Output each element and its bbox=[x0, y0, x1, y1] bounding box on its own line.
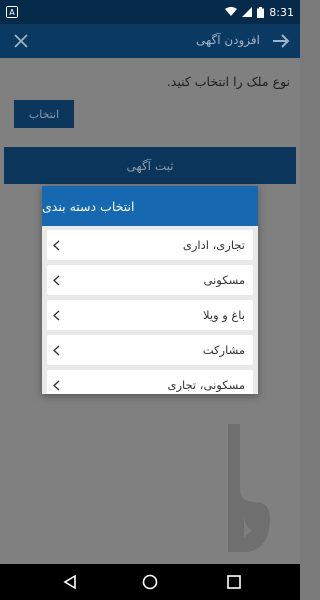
list-item-residential[interactable]: مسکونی bbox=[47, 265, 253, 295]
page-title: افزودن آگهی bbox=[195, 33, 260, 47]
category-dialog: انتخاب دسته بندی تجاری، اداری مسکونی باغ… bbox=[42, 186, 258, 394]
list-item-label: مسکونی bbox=[203, 273, 246, 287]
close-icon[interactable] bbox=[10, 30, 32, 52]
list-item-label: تجاری، اداری bbox=[182, 238, 245, 252]
list-item-garden-villa[interactable]: باغ و ویلا bbox=[47, 300, 253, 330]
chevron-left-icon bbox=[53, 239, 63, 251]
app-bar: افزودن آگهی bbox=[0, 24, 300, 58]
list-item-label: مشارکت bbox=[202, 343, 245, 357]
dialog-title: انتخاب دسته بندی bbox=[42, 186, 258, 226]
list-item-label: باغ و ویلا bbox=[202, 308, 245, 322]
category-list: تجاری، اداری مسکونی باغ و ویلا مشارکت مس… bbox=[42, 226, 258, 394]
home-circle-icon[interactable] bbox=[142, 574, 158, 590]
recents-square-icon[interactable] bbox=[226, 574, 242, 590]
submit-ad-button[interactable]: ثبت آگهی bbox=[4, 147, 296, 184]
battery-icon bbox=[257, 6, 265, 18]
chevron-left-icon bbox=[53, 379, 63, 391]
arrow-right-icon[interactable] bbox=[270, 30, 292, 52]
app-logo-watermark bbox=[218, 418, 278, 558]
notification-badge: A bbox=[6, 6, 18, 18]
property-type-prompt: نوع ملک را انتخاب کنید. bbox=[166, 74, 290, 89]
select-button[interactable]: انتخاب bbox=[14, 100, 74, 128]
back-triangle-icon[interactable] bbox=[62, 574, 78, 590]
chevron-left-icon bbox=[53, 309, 63, 321]
list-item-commercial-office[interactable]: تجاری، اداری bbox=[47, 230, 253, 260]
list-item-partnership[interactable]: مشارکت bbox=[47, 335, 253, 365]
status-bar: A 8:31 bbox=[0, 0, 300, 24]
list-item-residential-commercial[interactable]: مسکونی، تجاری bbox=[47, 370, 253, 394]
status-time: 8:31 bbox=[269, 5, 294, 19]
wifi-icon bbox=[225, 7, 238, 17]
list-item-label: مسکونی، تجاری bbox=[167, 378, 245, 392]
chevron-left-icon bbox=[53, 274, 63, 286]
chevron-left-icon bbox=[53, 344, 63, 356]
navigation-bar bbox=[0, 564, 300, 600]
signal-icon bbox=[242, 7, 253, 17]
